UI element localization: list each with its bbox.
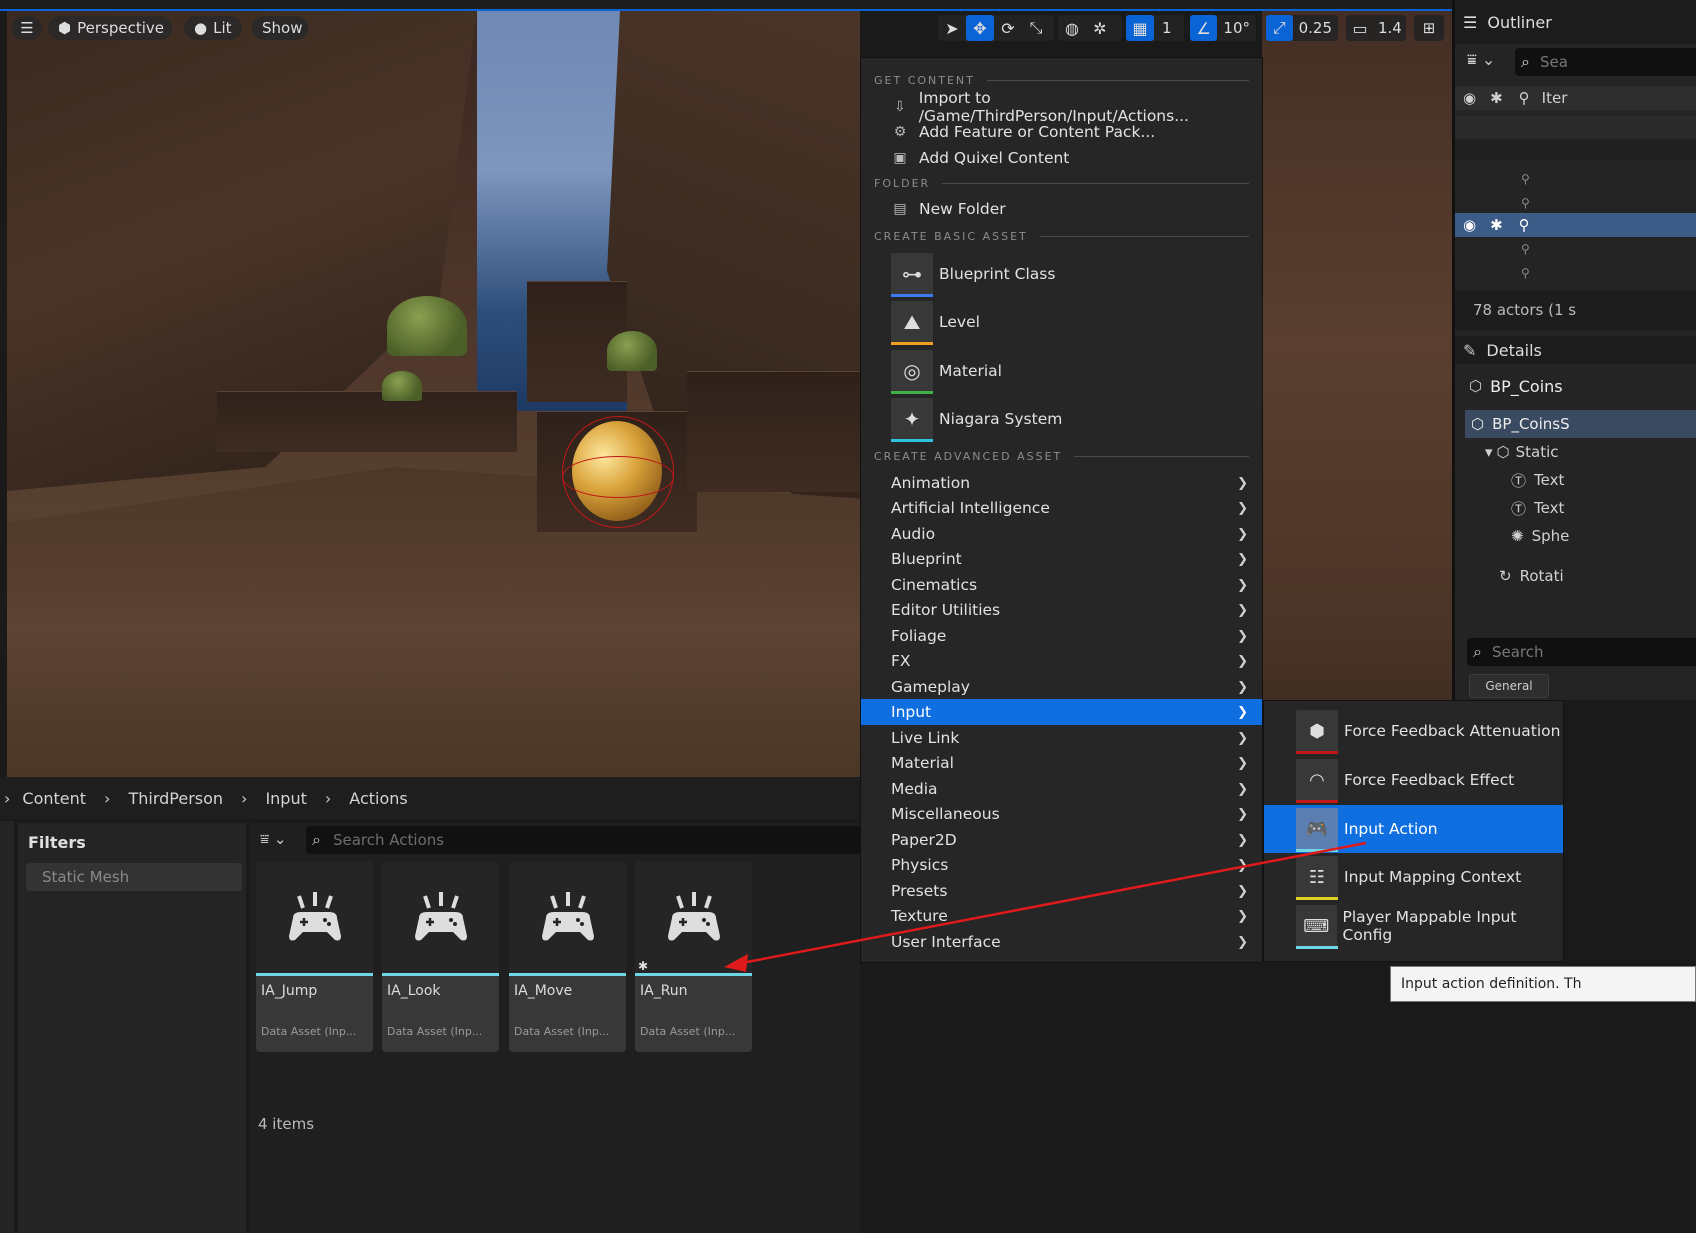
- annotation-arrow: [724, 841, 1367, 972]
